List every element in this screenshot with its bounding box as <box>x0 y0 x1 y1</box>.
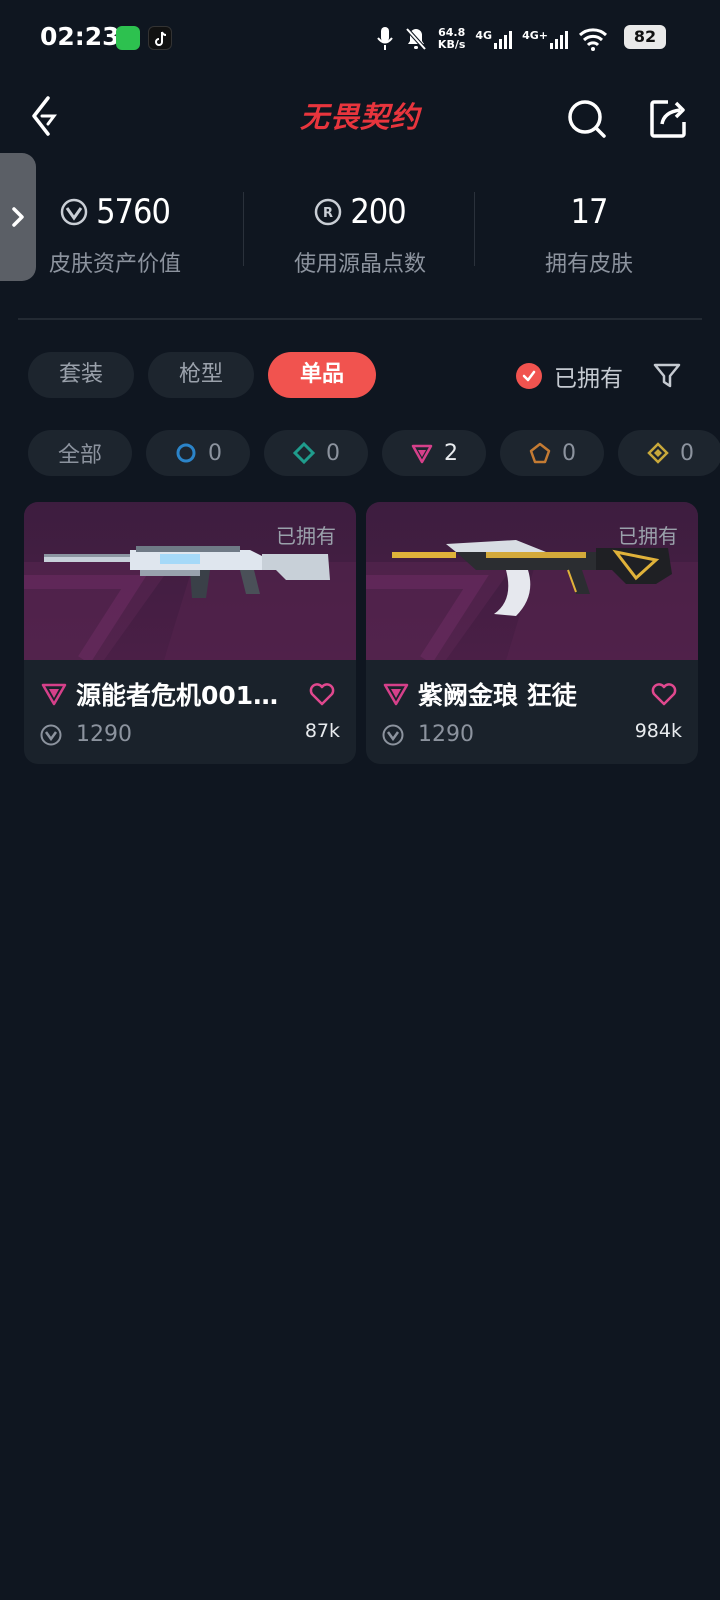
chip-all[interactable]: 全部 <box>28 430 132 476</box>
chip-exclusive-tier[interactable]: 0 <box>500 430 604 476</box>
like-count: 87k <box>304 720 340 742</box>
premium-tier-icon <box>41 683 67 706</box>
premium-tier-icon <box>411 444 433 464</box>
tab-single-items[interactable]: 单品 <box>268 352 376 398</box>
skin-name: 源能者危机001… <box>76 681 279 710</box>
chip-deluxe-tier[interactable]: 0 <box>264 430 368 476</box>
divider <box>18 318 702 320</box>
mute-bell-icon <box>405 27 427 51</box>
checkbox-checked-icon <box>516 363 542 389</box>
ultra-tier-icon <box>647 442 669 464</box>
stat-label: 皮肤资产价值 <box>48 252 181 277</box>
stat-owned-skins: 17 拥有皮肤 <box>474 188 704 278</box>
skin-image: 已拥有 <box>24 502 356 660</box>
battery-icon: 82 <box>624 25 666 49</box>
chip-ultra-tier[interactable]: 0 <box>618 430 720 476</box>
chip-select-tier[interactable]: 0 <box>146 430 250 476</box>
svg-text:R: R <box>323 206 333 221</box>
mic-icon <box>377 27 393 50</box>
vp-coin-icon <box>60 198 88 226</box>
back-button[interactable] <box>26 94 70 142</box>
heart-icon <box>651 683 677 706</box>
vp-coin-icon <box>40 724 62 745</box>
owned-filter-label: 已拥有 <box>554 366 623 392</box>
favorite-button[interactable] <box>308 680 336 708</box>
status-bar: 02:23 64.8 KB/s 4G 4G+ 82 <box>0 0 720 76</box>
stat-label: 使用源晶点数 <box>293 252 426 277</box>
stat-skin-value: 5760 皮肤资产价值 <box>0 188 230 278</box>
search-button[interactable] <box>566 98 608 140</box>
stat-value: 17 <box>570 192 609 232</box>
select-tier-icon <box>176 443 196 463</box>
owned-tag: 已拥有 <box>618 524 678 548</box>
net-speed: 64.8 KB/s <box>437 26 466 51</box>
owned-tag: 已拥有 <box>276 524 336 548</box>
back-icon <box>32 96 57 136</box>
vp-coin-icon <box>382 724 404 745</box>
like-count: 984k <box>634 720 682 742</box>
skin-price: 1290 <box>76 722 132 747</box>
wifi-icon <box>578 28 608 51</box>
search-icon <box>568 100 606 138</box>
filter-button[interactable] <box>652 360 682 390</box>
filter-icon <box>653 363 681 388</box>
heart-icon <box>309 683 335 706</box>
divider <box>243 192 244 266</box>
tab-weapon-type[interactable]: 枪型 <box>148 352 254 398</box>
share-button[interactable] <box>648 98 690 140</box>
exclusive-tier-icon <box>529 442 551 464</box>
status-icons: 64.8 KB/s 4G 4G+ <box>376 24 666 54</box>
deluxe-tier-icon <box>292 441 316 465</box>
stat-value: 5760 <box>96 192 171 232</box>
tab-bundles[interactable]: 套装 <box>28 352 134 398</box>
owned-filter-toggle[interactable]: 已拥有 <box>516 358 623 394</box>
rarity-filter-row: 全部 0 0 2 0 0 <box>28 430 720 476</box>
stat-radianite: R 200 使用源晶点数 <box>245 188 475 278</box>
skin-image: 已拥有 <box>366 502 698 660</box>
favorite-button[interactable] <box>650 680 678 708</box>
share-icon <box>650 100 686 138</box>
skin-name: 紫阙金琅 狂徒 <box>418 681 577 710</box>
skin-card[interactable]: 已拥有 紫阙金琅 狂徒 1290 984k <box>366 502 698 764</box>
status-time: 02:23 <box>40 22 120 51</box>
skin-price: 1290 <box>418 722 474 747</box>
stat-label: 拥有皮肤 <box>544 252 633 277</box>
radianite-icon: R <box>315 198 342 226</box>
tiktok-icon <box>148 26 172 50</box>
signal-icon: 4G <box>475 29 513 49</box>
app-logo: 无畏契约 <box>299 100 420 134</box>
skin-card[interactable]: 已拥有 源能者危机001… 1290 87k <box>24 502 356 764</box>
stat-value: 200 <box>350 192 406 232</box>
premium-tier-icon <box>383 683 409 706</box>
wechat-icon <box>116 26 140 50</box>
signal-icon: 4G+ <box>522 29 568 49</box>
chip-premium-tier[interactable]: 2 <box>382 430 486 476</box>
